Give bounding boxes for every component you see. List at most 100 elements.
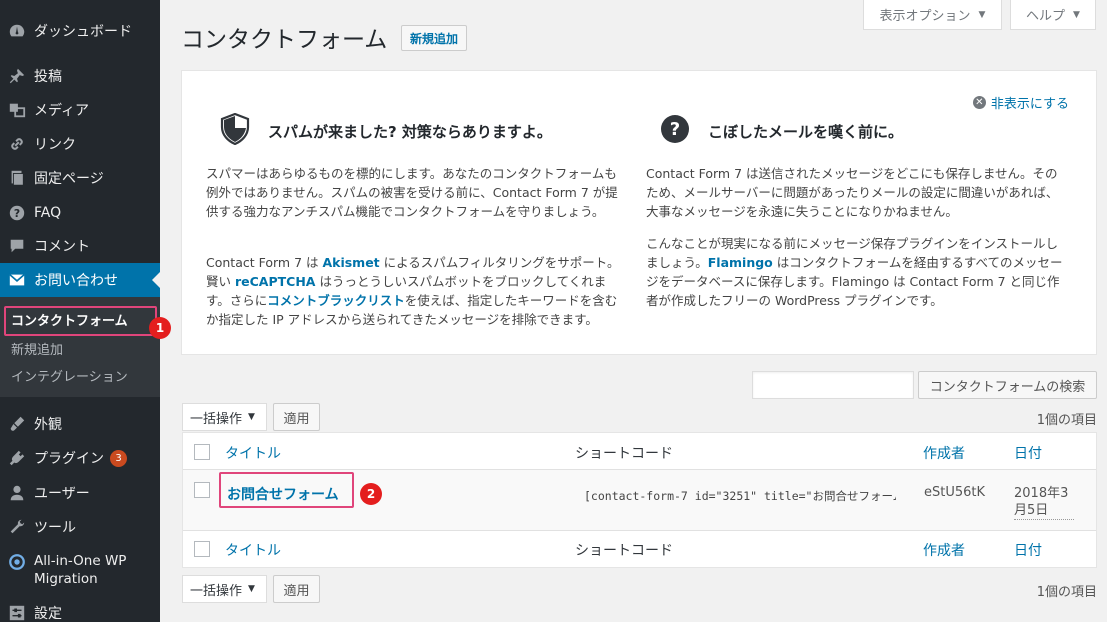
svg-text:?: ? bbox=[14, 207, 20, 220]
screen-options-button[interactable]: 表示オプション ▼ bbox=[863, 0, 1002, 30]
menu-migration-label-line1: All-in-One WP bbox=[34, 553, 127, 569]
menu-posts-label: 投稿 bbox=[34, 69, 62, 85]
apply-button-top[interactable]: 適用 bbox=[273, 403, 320, 431]
question-icon: ? bbox=[661, 115, 689, 143]
help-button[interactable]: ヘルプ ▼ bbox=[1010, 0, 1096, 30]
menu-users-label: ユーザー bbox=[34, 486, 90, 502]
column-author-footer[interactable]: 作成者 bbox=[923, 540, 965, 560]
select-all-checkbox-footer[interactable] bbox=[194, 541, 210, 557]
menu-links[interactable]: リンク bbox=[0, 127, 160, 161]
chevron-down-icon: ▼ bbox=[248, 584, 255, 594]
menu-plugins[interactable]: プラグイン 3 bbox=[0, 441, 160, 475]
menu-tools-label: ツール bbox=[34, 520, 76, 536]
column-date-footer[interactable]: 日付 bbox=[1014, 540, 1042, 560]
annotation-number-2: 2 bbox=[360, 483, 382, 505]
spam-heading: スパムが来ました? 対策ならありますよ。 bbox=[268, 123, 552, 141]
select-all-checkbox[interactable] bbox=[194, 444, 210, 460]
column-date-header[interactable]: 日付 bbox=[1014, 443, 1042, 463]
menu-settings[interactable]: 設定 bbox=[0, 596, 160, 622]
media-icon bbox=[0, 101, 34, 119]
dashboard-icon bbox=[0, 22, 34, 40]
contact-forms-table: タイトル ショートコード 作成者 日付 お問合せフォーム 2 [contact-… bbox=[182, 432, 1097, 568]
column-author-header[interactable]: 作成者 bbox=[923, 443, 965, 463]
search-button[interactable]: コンタクトフォームの検索 bbox=[918, 371, 1097, 399]
menu-migration[interactable]: All-in-One WP Migration bbox=[0, 552, 160, 590]
comment-blacklist-link[interactable]: コメントブラックリスト bbox=[267, 293, 405, 308]
page-title: コンタクトフォーム bbox=[181, 27, 388, 53]
menu-users[interactable]: ユーザー bbox=[0, 476, 160, 510]
table-header-row: タイトル ショートコード 作成者 日付 bbox=[183, 433, 1096, 470]
menu-dashboard[interactable]: ダッシュボード bbox=[0, 14, 160, 48]
column-title-footer[interactable]: タイトル bbox=[225, 540, 281, 560]
spam-paragraph-1: スパマーはあらゆるものを標的にします。あなたのコンタクトフォームも例外ではありま… bbox=[206, 166, 618, 219]
admin-sidebar: ダッシュボード 投稿 メディア リンク 固定ページ ? FAQ コメント お問い… bbox=[0, 0, 171, 622]
pin-icon bbox=[0, 67, 34, 85]
column-shortcode-footer: ショートコード bbox=[575, 543, 673, 559]
plugin-icon bbox=[0, 449, 34, 467]
flamingo-heading: こぼしたメールを嘆く前に。 bbox=[708, 123, 904, 141]
form-date: 2018年3月5日 bbox=[1014, 485, 1074, 520]
settings-icon bbox=[0, 604, 34, 622]
screen-options-caret-icon: ▼ bbox=[978, 9, 986, 20]
menu-comments-label: コメント bbox=[34, 239, 90, 255]
spam-p2-text-a: Contact Form 7 は bbox=[206, 255, 323, 270]
help-icon: ? bbox=[0, 204, 34, 222]
search-input[interactable] bbox=[752, 371, 914, 399]
form-author: eStU56tK bbox=[924, 485, 986, 500]
submenu-add-new[interactable]: 新規追加 bbox=[0, 339, 160, 358]
menu-pages[interactable]: 固定ページ bbox=[0, 161, 160, 195]
menu-appearance[interactable]: 外観 bbox=[0, 407, 160, 441]
menu-tools[interactable]: ツール bbox=[0, 510, 160, 544]
bulk-action-label: 一括操作 bbox=[190, 411, 243, 427]
submenu-integration[interactable]: インテグレーション bbox=[0, 366, 160, 385]
form-shortcode[interactable]: [contact-form-7 id="3251" title="お問合せフォー… bbox=[584, 488, 896, 504]
mail-icon bbox=[0, 271, 34, 289]
page-icon bbox=[0, 169, 34, 187]
menu-dashboard-label: ダッシュボード bbox=[34, 24, 132, 40]
akismet-link[interactable]: Akismet bbox=[322, 255, 379, 270]
add-new-button[interactable]: 新規追加 bbox=[401, 25, 468, 51]
menu-contact[interactable]: お問い合わせ bbox=[0, 263, 160, 297]
help-label: ヘルプ bbox=[1026, 9, 1066, 24]
help-caret-icon: ▼ bbox=[1073, 9, 1080, 20]
menu-posts[interactable]: 投稿 bbox=[0, 59, 160, 93]
screen-options-label: 表示オプション bbox=[879, 9, 971, 24]
annotation-number-1: 1 bbox=[149, 317, 171, 339]
migration-icon bbox=[0, 552, 34, 571]
menu-migration-label-line2: Migration bbox=[34, 571, 98, 587]
flamingo-link[interactable]: Flamingo bbox=[708, 255, 773, 270]
row-checkbox[interactable] bbox=[194, 482, 210, 498]
table-footer-row: タイトル ショートコード 作成者 日付 bbox=[183, 530, 1096, 567]
bulk-action-select-bottom[interactable]: 一括操作 ▼ bbox=[182, 575, 267, 603]
dismiss-label: 非表示にする bbox=[990, 97, 1069, 112]
flamingo-paragraph-1: Contact Form 7 は送信されたメッセージをどこにも保存しません。その… bbox=[646, 166, 1059, 219]
bulk-action-select-top[interactable]: 一括操作 ▼ bbox=[182, 403, 267, 431]
comment-icon bbox=[0, 237, 34, 255]
column-title-header[interactable]: タイトル bbox=[225, 443, 281, 463]
spam-paragraph-2: Contact Form 7 は Akismet によるスパムフィルタリングをサ… bbox=[206, 253, 626, 329]
column-shortcode-header: ショートコード bbox=[575, 446, 673, 462]
form-title-link[interactable]: お問合せフォーム bbox=[227, 484, 339, 504]
menu-media[interactable]: メディア bbox=[0, 93, 160, 127]
chevron-down-icon: ▼ bbox=[248, 412, 255, 422]
table-row: お問合せフォーム 2 [contact-form-7 id="3251" tit… bbox=[183, 470, 1096, 530]
recaptcha-link[interactable]: reCAPTCHA bbox=[235, 274, 316, 289]
menu-comments[interactable]: コメント bbox=[0, 229, 160, 263]
flamingo-paragraph-2: こんなことが現実になる前にメッセージ保存プラグインをインストールしましょう。Fl… bbox=[646, 234, 1066, 310]
menu-links-label: リンク bbox=[34, 137, 76, 153]
welcome-panel: ✕ 非表示にする スパムが来ました? 対策ならありますよ。 スパマーはあらゆるも… bbox=[181, 70, 1097, 355]
menu-faq[interactable]: ? FAQ bbox=[0, 196, 160, 230]
menu-plugins-label: プラグイン bbox=[34, 451, 104, 467]
bulk-action-label-bottom: 一括操作 bbox=[190, 583, 243, 599]
annotation-highlight-box-1 bbox=[4, 306, 157, 336]
item-count-bottom: 1個の項目 bbox=[1036, 585, 1097, 600]
menu-appearance-label: 外観 bbox=[34, 417, 62, 433]
dismiss-link[interactable]: ✕ 非表示にする bbox=[972, 93, 1069, 112]
menu-faq-label: FAQ bbox=[34, 205, 62, 221]
plugin-update-count: 3 bbox=[110, 449, 127, 467]
tool-icon bbox=[0, 518, 34, 536]
menu-settings-label: 設定 bbox=[34, 606, 62, 622]
menu-contact-label: お問い合わせ bbox=[34, 273, 118, 289]
user-icon bbox=[0, 484, 34, 502]
apply-button-bottom[interactable]: 適用 bbox=[273, 575, 320, 603]
